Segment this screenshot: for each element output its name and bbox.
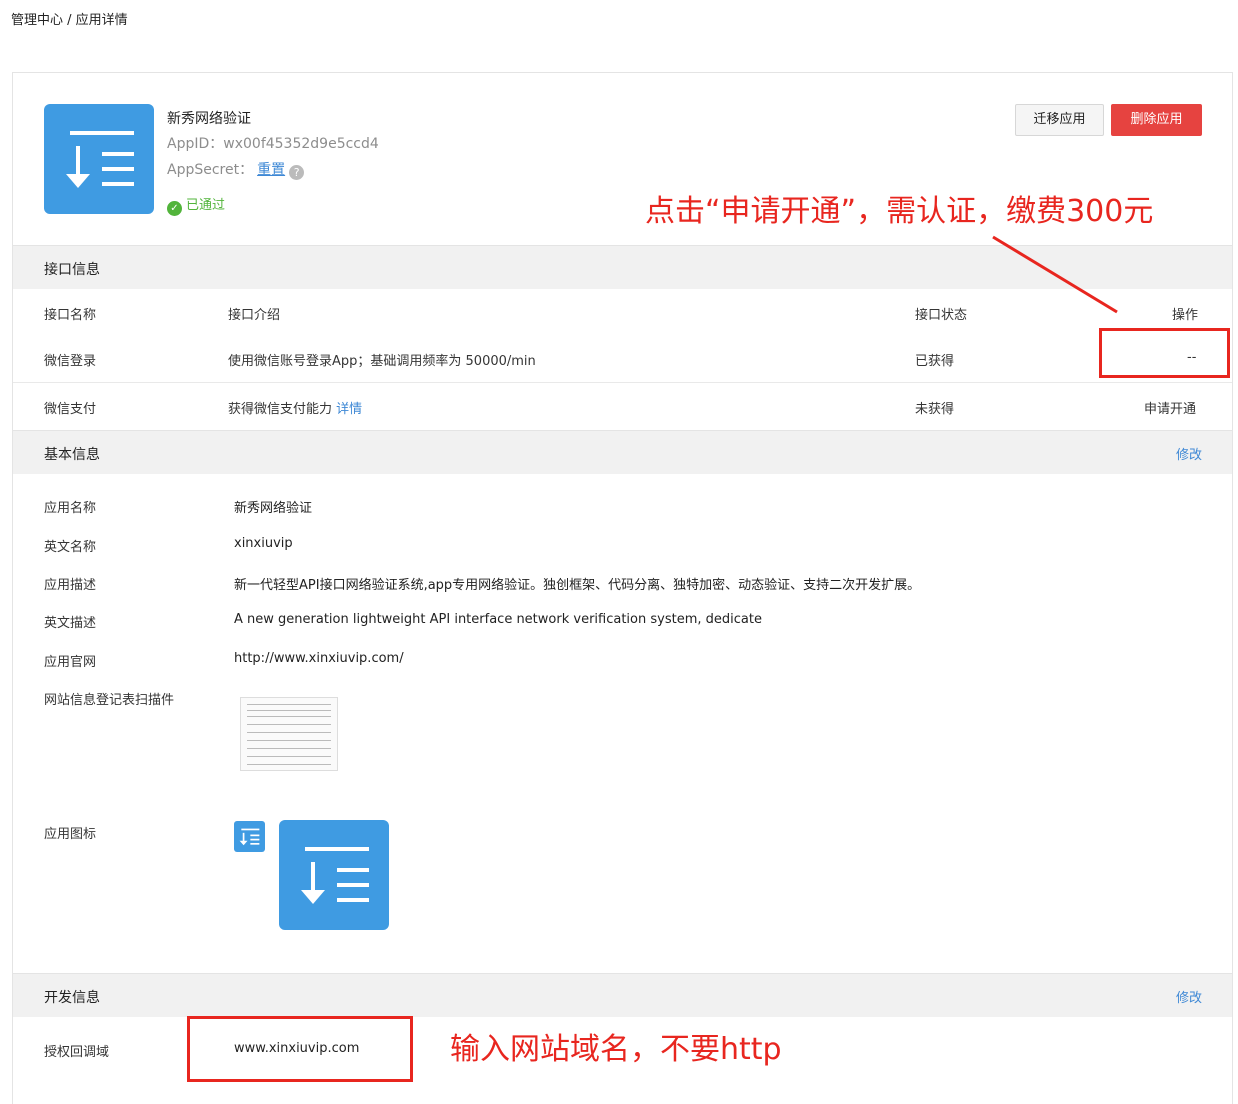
annotation-box-op [1099,328,1230,378]
annotation-box-callback [187,1016,413,1082]
annotation-bottom: 输入网站域名，不要http [450,1032,782,1067]
annotation-arrow [992,235,1118,314]
